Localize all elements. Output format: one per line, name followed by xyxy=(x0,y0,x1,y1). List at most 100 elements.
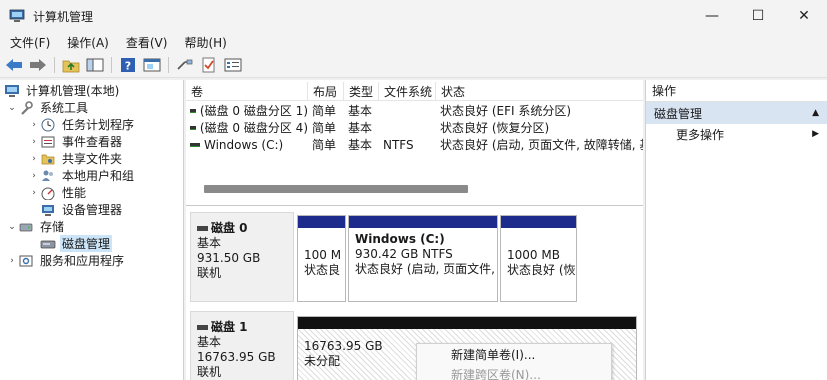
menu-bar: 文件(F) 操作(A) 查看(V) 帮助(H) xyxy=(0,32,827,52)
volume-icon xyxy=(190,142,200,147)
volume-type: 基本 xyxy=(348,121,373,135)
volume-filesystem: NTFS xyxy=(383,137,414,152)
partition-title: Windows (C:) xyxy=(355,232,445,246)
show-hide-tree-icon[interactable] xyxy=(85,56,105,74)
chevron-down-icon[interactable]: ⌄ xyxy=(6,222,18,232)
tree-label: 性能 xyxy=(62,186,87,200)
chevron-right-icon[interactable]: › xyxy=(28,188,40,198)
computer-icon xyxy=(4,84,20,98)
tree-label: 本地用户和组 xyxy=(62,169,135,183)
help-icon[interactable]: ? xyxy=(118,56,138,74)
disk-icon xyxy=(197,226,208,231)
chevron-right-icon[interactable]: › xyxy=(28,120,40,130)
disk-kind: 基本 xyxy=(197,335,222,349)
column-header-filesystem[interactable]: 文件系统 xyxy=(379,82,436,100)
tree-label: 事件查看器 xyxy=(62,135,123,149)
volume-icon xyxy=(190,125,196,130)
users-icon xyxy=(40,169,56,183)
storage-icon xyxy=(18,220,34,234)
tree-item-task-scheduler[interactable]: › 任务计划程序 xyxy=(28,116,136,133)
partition-size: 100 M xyxy=(304,248,342,262)
close-button[interactable]: ✕ xyxy=(781,0,827,32)
horizontal-scrollbar-thumb[interactable] xyxy=(204,185,468,193)
partition-status: 状态良好 (恢 xyxy=(507,263,576,277)
volume-type: 基本 xyxy=(348,138,373,152)
disk-0-label[interactable]: 磁盘 0 基本 931.50 GB 联机 xyxy=(190,212,294,302)
tree-item-disk-management[interactable]: 磁盘管理 xyxy=(40,235,113,252)
tree-label: 服务和应用程序 xyxy=(40,254,125,268)
chevron-right-icon[interactable]: › xyxy=(6,256,18,266)
column-header-volume[interactable]: 卷 xyxy=(186,82,308,100)
up-folder-icon[interactable] xyxy=(61,56,81,74)
clock-icon xyxy=(40,118,56,132)
partition-bar xyxy=(349,216,497,228)
menu-new-spanned-volume[interactable]: 新建跨区卷(N)... xyxy=(417,364,611,380)
disk-name: 磁盘 1 xyxy=(211,320,248,334)
computer-management-icon xyxy=(9,8,25,24)
menu-new-simple-volume[interactable]: 新建简单卷(I)... xyxy=(417,344,611,364)
partition-efi[interactable]: 100 M 状态良 xyxy=(297,215,346,302)
maximize-button[interactable]: ☐ xyxy=(735,0,781,32)
tree-item-storage[interactable]: ⌄ 存储 xyxy=(6,218,66,235)
action-more-actions[interactable]: 更多操作 ▶ xyxy=(646,124,827,144)
volume-row[interactable]: Windows (C:) 简单 基本 NTFS 状态良好 (启动, 页面文件, … xyxy=(186,136,643,153)
context-menu: 新建简单卷(I)... 新建跨区卷(N)... xyxy=(416,343,612,380)
column-header-layout[interactable]: 布局 xyxy=(308,82,344,100)
properties-icon[interactable] xyxy=(142,56,162,74)
tree-label: 存储 xyxy=(40,220,65,234)
forward-arrow-icon[interactable] xyxy=(28,56,48,74)
partition-recovery[interactable]: 1000 MB 状态良好 (恢 xyxy=(500,215,577,302)
partition-bar xyxy=(298,216,345,228)
collapse-up-icon[interactable]: ▲ xyxy=(812,108,819,118)
partition-status: 状态良好 (启动, 页面文件, 故 xyxy=(355,262,497,276)
partition-size: 930.42 GB NTFS xyxy=(355,247,453,261)
volume-row[interactable]: (磁盘 0 磁盘分区 4) 简单 基本 状态良好 (恢复分区) xyxy=(186,119,643,136)
tree-label: 设备管理器 xyxy=(62,203,123,217)
tree-item-system-tools[interactable]: ⌄ 系统工具 xyxy=(6,99,90,116)
chevron-right-icon[interactable]: › xyxy=(28,171,40,181)
back-arrow-icon[interactable] xyxy=(4,56,24,74)
tree-item-event-viewer[interactable]: › 事件查看器 xyxy=(28,133,124,150)
chevron-right-icon[interactable]: › xyxy=(28,154,40,164)
disk-management-icon xyxy=(40,237,56,251)
tree-item-root[interactable]: 计算机管理(本地) xyxy=(4,82,121,99)
title-bar: 计算机管理 — ☐ ✕ xyxy=(0,0,827,32)
tree-label: 计算机管理(本地) xyxy=(26,84,120,98)
minimize-button[interactable]: — xyxy=(689,0,735,32)
partition-status: 状态良 xyxy=(304,263,341,277)
tree-item-performance[interactable]: › 性能 xyxy=(28,184,88,201)
menu-file[interactable]: 文件(F) xyxy=(0,34,57,51)
connect-icon[interactable] xyxy=(175,56,195,74)
submenu-arrow-icon: ▶ xyxy=(812,129,819,139)
performance-icon xyxy=(40,186,56,200)
disk-1-label[interactable]: 磁盘 1 基本 16763.95 GB 联机 xyxy=(190,311,294,380)
chevron-down-icon[interactable]: ⌄ xyxy=(6,103,18,113)
content-pane: 卷 布局 类型 文件系统 状态 (磁盘 0 磁盘分区 1) 简单 基本 状态良好… xyxy=(186,80,643,380)
tree-item-services[interactable]: › 服务和应用程序 xyxy=(6,252,126,269)
tools-icon xyxy=(18,100,34,115)
menu-action[interactable]: 操作(A) xyxy=(57,34,116,51)
chevron-right-icon[interactable]: › xyxy=(28,137,40,147)
tree-item-device-manager[interactable]: 设备管理器 xyxy=(40,201,124,218)
column-header-status[interactable]: 状态 xyxy=(436,82,643,100)
tree-item-shared-folders[interactable]: › 共享文件夹 xyxy=(28,150,124,167)
partition-bar xyxy=(501,216,576,228)
menu-view[interactable]: 查看(V) xyxy=(116,34,175,51)
partition-windows-c[interactable]: Windows (C:) 930.42 GB NTFS 状态良好 (启动, 页面… xyxy=(348,215,498,302)
navigation-tree: 计算机管理(本地) ⌄ 系统工具 › 任务计划程序 › 事件查看器 › 共享文件… xyxy=(0,80,184,380)
tree-label: 磁盘管理 xyxy=(60,235,113,252)
window-title: 计算机管理 xyxy=(33,9,94,24)
unallocated-bar xyxy=(298,317,636,329)
menu-help[interactable]: 帮助(H) xyxy=(174,34,233,51)
column-header-type[interactable]: 类型 xyxy=(344,82,379,100)
settings-list-icon[interactable] xyxy=(223,56,243,74)
actions-section-disk-management[interactable]: 磁盘管理 ▲ xyxy=(646,102,827,124)
volume-layout: 简单 xyxy=(312,121,337,135)
disk-state: 联机 xyxy=(197,365,222,379)
check-list-icon[interactable] xyxy=(199,56,219,74)
volume-row[interactable]: (磁盘 0 磁盘分区 1) 简单 基本 状态良好 (EFI 系统分区) xyxy=(186,102,643,119)
tree-item-local-users[interactable]: › 本地用户和组 xyxy=(28,167,136,184)
volume-name: (磁盘 0 磁盘分区 4) xyxy=(199,121,308,135)
volume-name: Windows (C:) xyxy=(204,137,284,152)
actions-pane: 操作 磁盘管理 ▲ 更多操作 ▶ xyxy=(645,80,827,380)
